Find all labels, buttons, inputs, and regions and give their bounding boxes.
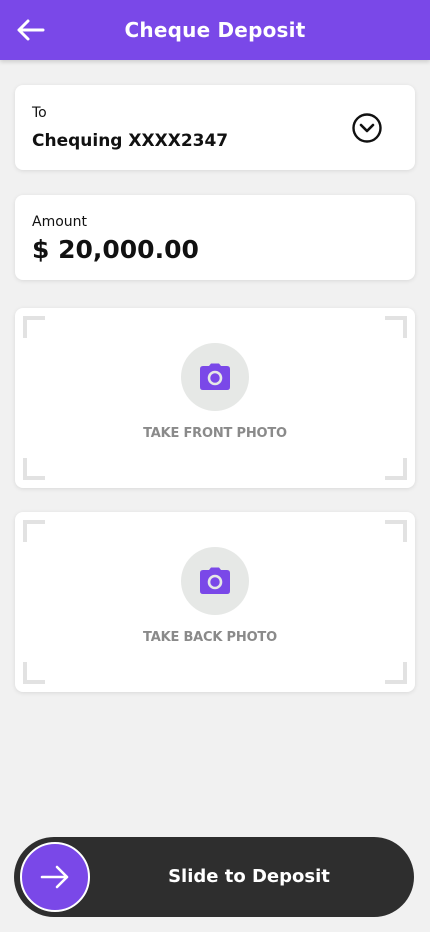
slide-handle[interactable] (20, 842, 90, 912)
amount-label: Amount (32, 214, 88, 230)
take-back-photo-button[interactable] (181, 547, 249, 615)
frame-corner (385, 520, 407, 542)
front-photo-capture[interactable]: TAKE FRONT PHOTO (15, 308, 415, 488)
frame-corner (385, 662, 407, 684)
front-photo-label: TAKE FRONT PHOTO (143, 426, 287, 441)
account-dropdown-button[interactable] (351, 112, 383, 144)
app-header: Cheque Deposit (0, 0, 430, 60)
chevron-down-circle-icon (352, 113, 382, 143)
amount-field[interactable]: Amount $ 20,000.00 (15, 195, 415, 280)
slide-to-deposit-track[interactable]: Slide to Deposit (14, 837, 414, 917)
frame-corner (23, 520, 45, 542)
frame-corner (23, 316, 45, 338)
page-title: Cheque Deposit (124, 18, 306, 42)
frame-corner (385, 458, 407, 480)
selected-account: Chequing XXXX2347 (32, 131, 229, 151)
amount-value: $ 20,000.00 (32, 235, 199, 264)
frame-corner (385, 316, 407, 338)
slide-to-deposit-label: Slide to Deposit (168, 866, 330, 887)
frame-corner (23, 458, 45, 480)
camera-icon (200, 567, 230, 594)
frame-corner (23, 662, 45, 684)
account-select[interactable]: To Chequing XXXX2347 (15, 85, 415, 170)
camera-icon (200, 363, 230, 390)
take-front-photo-button[interactable] (181, 343, 249, 411)
back-photo-capture[interactable]: TAKE BACK PHOTO (15, 512, 415, 692)
back-photo-label: TAKE BACK PHOTO (143, 630, 277, 645)
arrow-right-icon (40, 865, 69, 889)
to-label: To (32, 105, 47, 121)
